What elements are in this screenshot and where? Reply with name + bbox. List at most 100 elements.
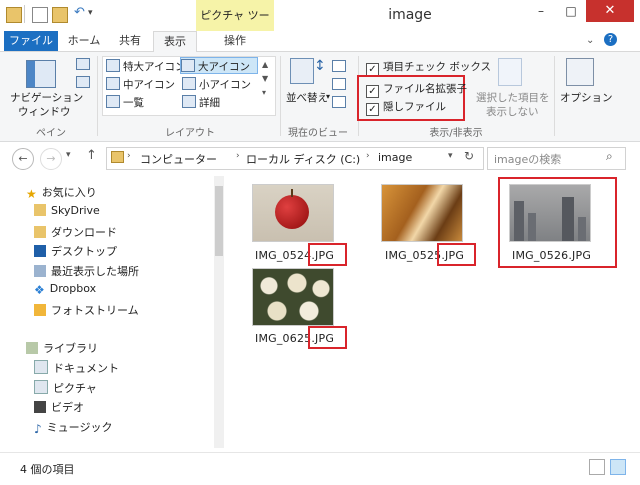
list-icon — [106, 95, 120, 108]
chevron-down-icon[interactable]: ⌄ — [586, 35, 594, 46]
chevron-down-icon: ▾ — [326, 92, 331, 101]
folder-icon — [111, 151, 124, 163]
up-arrow-icon[interactable]: ↑ — [86, 148, 97, 163]
options-button[interactable]: オプション — [560, 90, 613, 105]
maximize-button[interactable]: □ — [556, 0, 586, 22]
divider — [24, 5, 25, 23]
tab-share[interactable]: 共有 — [110, 31, 150, 51]
search-icon[interactable]: ⌕ — [606, 149, 613, 164]
size-columns-icon[interactable] — [332, 96, 346, 108]
current-view-group-label: 現在のビュー — [288, 128, 348, 139]
file-thumbnail[interactable] — [509, 184, 591, 242]
star-icon: ★ — [26, 187, 37, 201]
tab-file[interactable]: ファイル — [4, 31, 58, 51]
checkbox[interactable]: ✓ — [366, 103, 379, 116]
chevron-down-icon[interactable]: ▾ — [88, 8, 93, 18]
divider — [280, 56, 281, 136]
nav-label: フォトストリーム — [51, 304, 139, 317]
nav-label: Dropbox — [49, 282, 97, 295]
chevron-right-icon[interactable]: › — [127, 151, 131, 161]
details-view-icon[interactable] — [589, 459, 605, 475]
breadcrumb-image[interactable]: image — [378, 151, 412, 164]
layout-large-icons[interactable]: 大アイコン — [180, 57, 258, 74]
search-placeholder: imageの検索 — [494, 153, 562, 166]
details-pane-icon[interactable] — [76, 76, 90, 88]
file-base-name: IMG_0625 — [255, 332, 312, 345]
layout-small-icons[interactable]: 小アイコン — [182, 77, 251, 92]
gallery-scroll[interactable]: ▲ ▼ ▾ — [262, 58, 268, 100]
group-by-icon[interactable] — [332, 60, 346, 72]
checkbox-label: 項目チェック ボックス — [383, 61, 492, 73]
new-folder-icon[interactable] — [52, 7, 68, 23]
nav-libraries[interactable]: ライブラリ — [26, 340, 98, 356]
layout-label: 特大アイコン — [123, 61, 186, 73]
nav-scrollbar-thumb[interactable] — [215, 186, 223, 256]
nav-documents[interactable]: ドキュメント — [34, 360, 119, 376]
tab-home[interactable]: ホーム — [62, 31, 106, 51]
close-button[interactable]: ✕ — [586, 0, 634, 22]
apple-image — [275, 195, 309, 229]
hide-selected-button[interactable]: 選択した項目を — [476, 90, 550, 105]
undo-icon[interactable]: ↶ — [74, 5, 85, 20]
details-icon — [182, 95, 196, 108]
file-extensions-option[interactable]: ✓ ファイル名拡張子 — [366, 81, 467, 98]
properties-icon[interactable] — [32, 7, 48, 23]
refresh-icon[interactable]: ↻ — [464, 149, 474, 163]
options-icon[interactable] — [566, 58, 594, 86]
highlight-box — [437, 243, 476, 266]
tab-manage[interactable]: 操作 — [205, 31, 265, 51]
navigation-pane-icon[interactable] — [26, 60, 56, 88]
nav-pictures[interactable]: ピクチャ — [34, 380, 97, 396]
back-button[interactable]: ← — [12, 148, 34, 170]
chevron-right-icon[interactable]: › — [236, 151, 240, 161]
recent-locations-icon[interactable]: ▾ — [66, 150, 71, 160]
file-thumbnail[interactable] — [252, 268, 334, 326]
nav-recent-places[interactable]: 最近表示した場所 — [34, 263, 139, 279]
folder-icon[interactable] — [6, 7, 22, 23]
chevron-right-icon[interactable]: › — [366, 151, 370, 161]
breadcrumb-local-disk[interactable]: ローカル ディスク (C:) — [246, 151, 360, 167]
chevron-down-icon[interactable]: ▾ — [448, 151, 453, 161]
nav-downloads[interactable]: ダウンロード — [34, 224, 117, 240]
navigation-pane-button[interactable]: ナビゲーション — [10, 90, 83, 105]
divider — [554, 56, 555, 136]
nav-dropbox[interactable]: ❖ Dropbox — [34, 282, 97, 297]
nav-label: SkyDrive — [51, 204, 100, 217]
hidden-items-option[interactable]: ✓ 隠しファイル — [366, 99, 446, 116]
add-columns-icon[interactable] — [332, 78, 346, 90]
nav-favorites[interactable]: ★ お気に入り — [26, 184, 97, 201]
layout-details[interactable]: 詳細 — [182, 95, 220, 110]
hide-selected-icon[interactable] — [498, 58, 522, 86]
large-icons-view-icon[interactable] — [610, 459, 626, 475]
help-icon[interactable]: ? — [604, 33, 617, 46]
preview-pane-icon[interactable] — [76, 58, 90, 70]
desktop-icon — [34, 245, 46, 257]
checkbox[interactable]: ✓ — [366, 85, 379, 98]
nav-music[interactable]: ♪ ミュージック — [34, 419, 112, 436]
sort-by-icon[interactable] — [290, 58, 314, 84]
window-title: image — [388, 7, 432, 23]
file-thumbnail[interactable] — [252, 184, 334, 242]
sort-arrow-icon: ↕ — [314, 58, 326, 74]
layout-label: 一覧 — [123, 97, 144, 109]
layout-list[interactable]: 一覧 — [106, 95, 144, 110]
sort-by-button[interactable]: 並べ替え — [286, 90, 328, 105]
layout-extra-large-icons[interactable]: 特大アイコン — [106, 59, 185, 74]
layout-medium-icons[interactable]: 中アイコン — [106, 77, 175, 92]
checkbox-label: 隠しファイル — [383, 101, 446, 113]
pane-group-label: ペイン — [36, 128, 66, 139]
tab-view[interactable]: 表示 — [153, 31, 197, 52]
nav-desktop[interactable]: デスクトップ — [34, 243, 117, 259]
nav-skydrive[interactable]: SkyDrive — [34, 204, 100, 217]
nav-photo-stream[interactable]: フォトストリーム — [34, 302, 139, 318]
file-thumbnail[interactable] — [381, 184, 463, 242]
highlight-box — [308, 326, 347, 349]
breadcrumb-computer[interactable]: コンピューター — [140, 151, 217, 167]
forward-button[interactable]: → — [40, 148, 62, 170]
small-icons-icon — [182, 77, 196, 90]
item-checkboxes-option[interactable]: ✓ 項目チェック ボックス — [366, 59, 491, 76]
photo-stream-icon — [34, 304, 46, 316]
file-name[interactable]: IMG_0526.JPG — [512, 249, 591, 262]
minimize-button[interactable]: – — [526, 0, 556, 22]
nav-videos[interactable]: ビデオ — [34, 399, 84, 415]
